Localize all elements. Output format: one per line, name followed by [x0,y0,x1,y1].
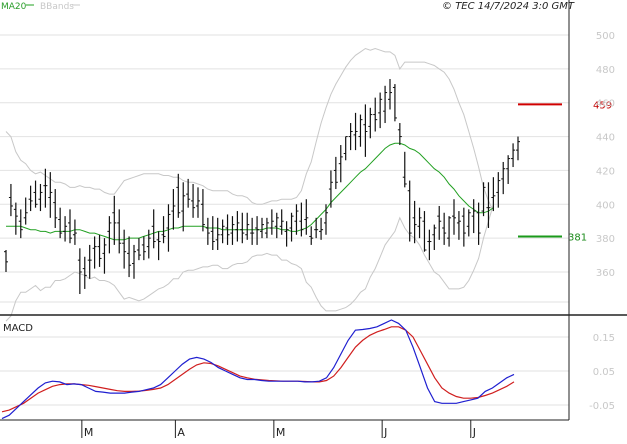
price-y-tick-label: 380 [596,234,615,245]
x-tick-label: J [472,426,476,439]
price-y-tick-label: 420 [596,166,615,177]
level-label-low: 381 [568,232,587,243]
legend-bbands: BBands [40,2,74,12]
price-y-tick-label: 480 [596,65,615,76]
price-y-tick-label: 500 [596,31,615,42]
macd-panel-title: MACD [3,323,33,334]
chart-canvas: 459381 360380400420440460480500-0.050.05… [0,0,627,440]
chart-root: 459 381 360 380 400 420 440 460 480 500 -0.05 0.05… [0,0,627,440]
copyright-text: © TEC 14/7/2024 3:0 GMT [442,1,575,12]
price-y-tick-label: 360 [596,268,615,279]
price-y-tick-label: 440 [596,133,615,144]
legend-ma20: MA20 [1,2,27,12]
macd-y-tick-label: 0.05 [593,367,615,378]
macd-y-tick-label: 0.15 [593,333,615,344]
x-tick-label: A [177,426,185,439]
x-tick-label: J [383,426,387,439]
x-tick-label: M [276,426,286,439]
price-y-tick-label: 460 [596,99,615,110]
x-tick-label: M [84,426,94,439]
macd-y-tick-label: -0.05 [589,401,615,412]
price-y-tick-label: 400 [596,200,615,211]
